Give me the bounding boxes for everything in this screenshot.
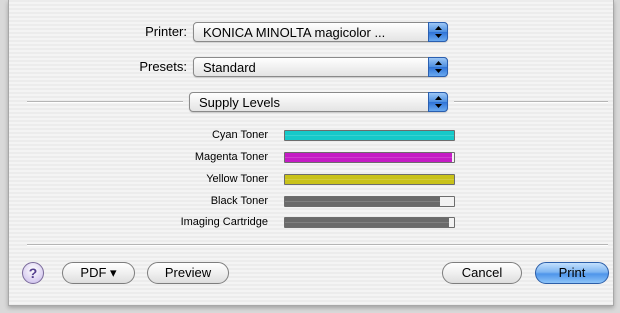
supply-level-bar [284, 152, 455, 163]
supply-label: Cyan Toner [211, 129, 268, 141]
supply-level-fill [285, 218, 449, 227]
supply-label: Black Toner [210, 195, 268, 207]
preview-button[interactable]: Preview [147, 262, 229, 284]
printer-label: Printer: [145, 24, 187, 39]
supply-level-bar [284, 130, 455, 141]
supply-level-fill [285, 131, 454, 140]
supply-level-bar [284, 174, 455, 185]
supply-label: Magenta Toner [194, 151, 268, 163]
popup-arrows-icon [428, 57, 448, 77]
printer-popup-value: KONICA MINOLTA magicolor ... [203, 25, 386, 40]
supply-label: Yellow Toner [206, 173, 268, 185]
popup-arrows-icon [428, 22, 448, 42]
cancel-button[interactable]: Cancel [442, 262, 522, 284]
presets-label: Presets: [139, 59, 187, 74]
printer-popup[interactable]: KONICA MINOLTA magicolor ... [193, 22, 448, 42]
supply-level-bar [284, 196, 455, 207]
panel-popup-value: Supply Levels [199, 95, 280, 110]
bottom-separator [27, 244, 608, 246]
separator-left [27, 101, 183, 103]
print-dialog: Printer: KONICA MINOLTA magicolor ... Pr… [8, 0, 614, 306]
pdf-menu-button[interactable]: PDF ▾ [62, 262, 135, 284]
supply-label: Imaging Cartridge [180, 216, 268, 228]
supply-level-bar [284, 217, 455, 228]
supply-level-fill [285, 197, 441, 206]
print-button[interactable]: Print [535, 262, 609, 284]
separator-right [454, 101, 608, 103]
popup-arrows-icon [428, 92, 448, 112]
presets-popup[interactable]: Standard [193, 57, 448, 77]
panel-popup[interactable]: Supply Levels [189, 92, 448, 112]
help-button[interactable]: ? [22, 262, 44, 284]
supply-level-fill [285, 153, 453, 162]
presets-popup-value: Standard [203, 60, 256, 75]
supply-level-fill [285, 175, 454, 184]
